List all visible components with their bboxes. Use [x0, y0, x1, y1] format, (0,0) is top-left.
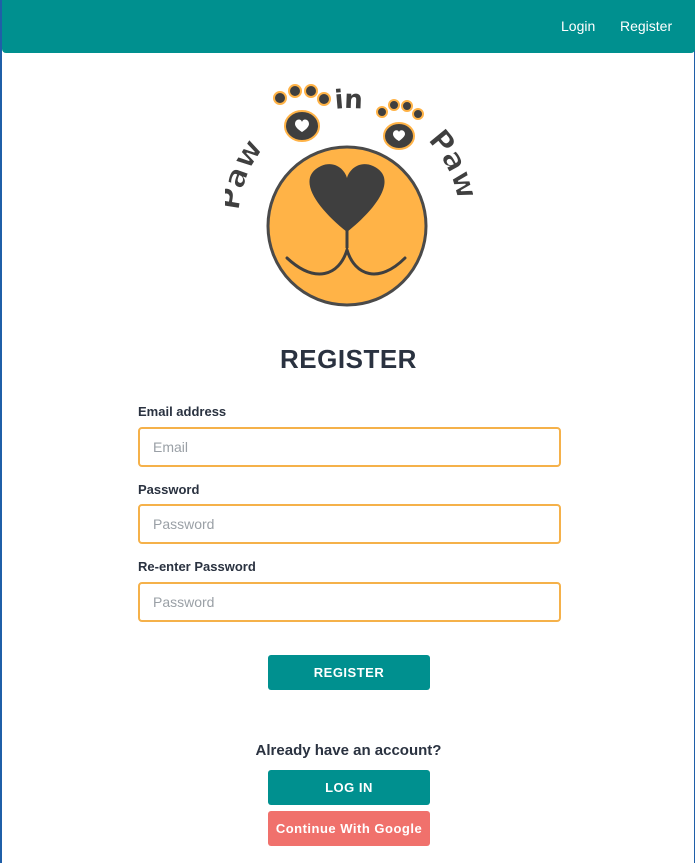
svg-text:in: in: [333, 85, 363, 116]
right-paw-print-icon: [376, 99, 424, 150]
reenter-password-label: Re-enter Password: [138, 559, 256, 574]
svg-text:Paw: Paw: [225, 133, 270, 212]
top-navbar: Login Register: [2, 0, 695, 53]
logo-word-left: Paw: [225, 132, 271, 212]
svg-text:Paw: Paw: [421, 123, 473, 203]
password-label: Password: [138, 482, 200, 497]
logo-word-middle: in: [333, 85, 363, 116]
register-button[interactable]: REGISTER: [268, 655, 430, 690]
paw-in-paw-logo: Paw in Paw: [225, 84, 473, 307]
email-input[interactable]: [138, 427, 561, 467]
email-label: Email address: [138, 404, 227, 419]
reenter-password-input[interactable]: [138, 582, 561, 622]
nav-login-link[interactable]: Login: [561, 18, 595, 34]
log-in-button[interactable]: LOG IN: [268, 770, 430, 805]
nav-register-link[interactable]: Register: [620, 18, 672, 34]
already-have-account-text: Already have an account?: [255, 742, 442, 759]
page-title: REGISTER: [280, 344, 417, 374]
continue-with-google-button[interactable]: Continue With Google: [268, 811, 430, 846]
logo-word-right: Paw: [421, 122, 473, 203]
left-paw-print-icon: [273, 84, 331, 142]
password-input[interactable]: [138, 504, 561, 544]
